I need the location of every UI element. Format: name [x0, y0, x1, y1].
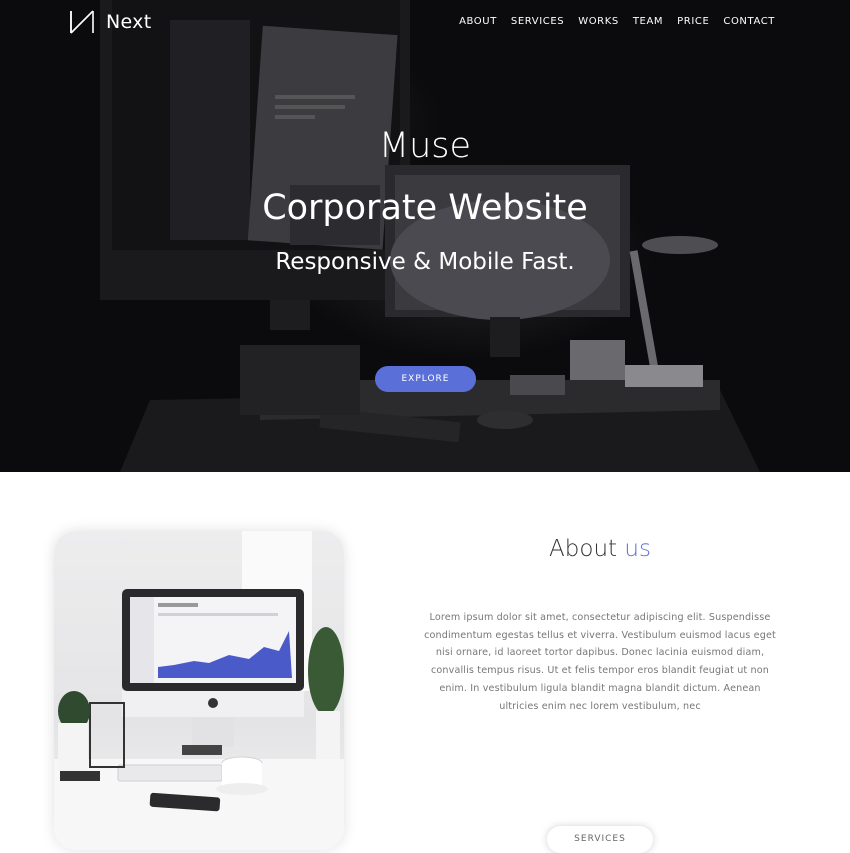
brand-name: Next	[106, 11, 152, 33]
about-image	[54, 531, 344, 850]
top-navigation: Next ABOUT SERVICES WORKS TEAM PRICE CON…	[0, 0, 850, 45]
hero-heading-line2: Corporate Website	[262, 188, 588, 228]
explore-button[interactable]: EXPLORE	[375, 366, 476, 392]
about-body-text: Lorem ipsum dolor sit amet, consectetur …	[424, 612, 776, 712]
about-heading-accent: us	[624, 536, 651, 562]
n-logo-icon	[70, 10, 94, 34]
about-heading-main: About	[549, 536, 618, 562]
nav-works[interactable]: WORKS	[578, 16, 619, 27]
brand[interactable]: Next	[69, 9, 151, 35]
hero-section: Next ABOUT SERVICES WORKS TEAM PRICE CON…	[0, 0, 850, 472]
about-heading: About us	[400, 536, 800, 562]
hero-background-image	[100, 0, 760, 472]
main-menu: ABOUT SERVICES WORKS TEAM PRICE CONTACT	[445, 16, 775, 27]
hero-heading-line1: Muse	[378, 126, 472, 166]
nav-team[interactable]: TEAM	[633, 16, 663, 27]
nav-services[interactable]: SERVICES	[511, 16, 564, 27]
nav-price[interactable]: PRICE	[677, 16, 709, 27]
desk-computer-illustration	[54, 531, 344, 850]
services-button[interactable]: SERVICES	[547, 826, 653, 853]
nav-about[interactable]: ABOUT	[459, 16, 497, 27]
hero-subheading: Responsive & Mobile Fast.	[275, 249, 575, 275]
nav-contact[interactable]: CONTACT	[723, 16, 775, 27]
